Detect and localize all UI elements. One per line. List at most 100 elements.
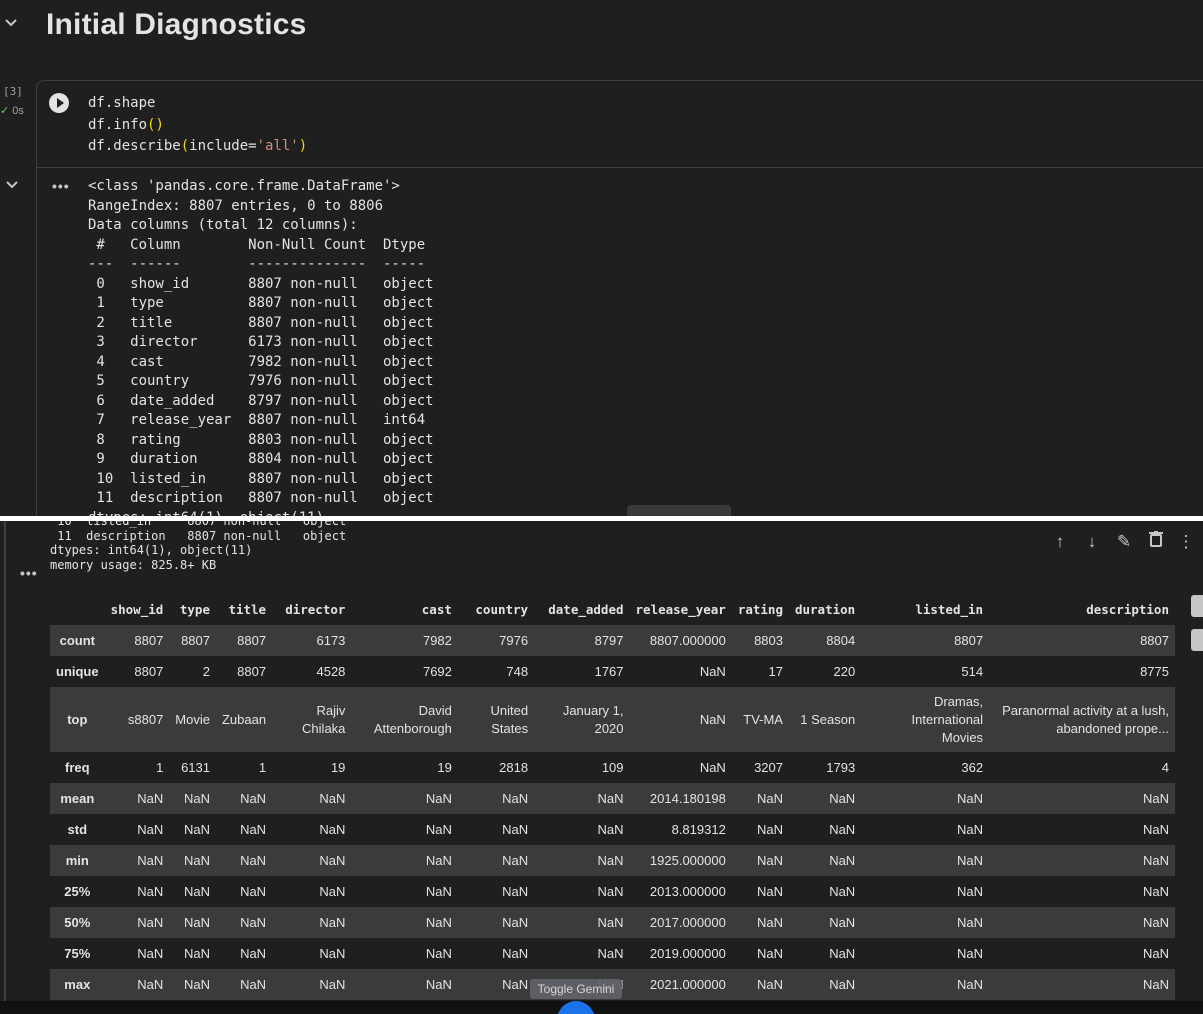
table-cell: 8804 <box>788 625 862 656</box>
column-header: type <box>179 601 210 617</box>
column-header: listed_in <box>915 601 984 617</box>
table-cell: NaN <box>788 845 862 876</box>
table-cell: NaN <box>861 907 990 938</box>
cell-output-divider <box>37 167 1203 168</box>
table-cell: Paranormal activity at a lush, abandoned… <box>989 687 1175 752</box>
table-cell: NaN <box>989 783 1175 814</box>
table-cell: David Attenborough <box>351 687 458 752</box>
row-label: 25% <box>50 876 105 907</box>
output-collapse-chevron-icon[interactable] <box>6 176 18 192</box>
table-cell: NaN <box>351 876 458 907</box>
move-cell-down-icon[interactable]: ↓ <box>1080 530 1104 554</box>
code-editor[interactable]: df.shape df.info() df.describe(include='… <box>88 93 307 158</box>
table-cell: NaN <box>629 656 732 687</box>
table-view-icon[interactable] <box>1191 595 1203 617</box>
table-cell: NaN <box>788 969 862 1000</box>
table-cell: NaN <box>457 907 535 938</box>
code-line: df.info() <box>88 116 164 133</box>
table-cell: NaN <box>861 783 990 814</box>
table-cell: Zubaan <box>215 687 273 752</box>
row-label: mean <box>50 783 105 814</box>
table-cell: NaN <box>534 845 630 876</box>
table-cell: 1925.000000 <box>629 845 732 876</box>
column-header: release_year <box>635 601 726 617</box>
table-cell: Rajiv Chilaka <box>272 687 352 752</box>
table-cell: NaN <box>272 876 352 907</box>
table-cell: NaN <box>788 876 862 907</box>
checkmark-icon: ✓ <box>0 105 10 117</box>
table-cell: NaN <box>104 876 170 907</box>
table-cell: 8807 <box>861 625 990 656</box>
table-cell: NaN <box>272 969 352 1000</box>
table-row: 75% NaN NaN NaN NaN NaN NaN NaN 2019.000000 NaN Na… <box>50 938 1175 969</box>
table-cell: 7982 <box>351 625 458 656</box>
table-cell: NaN <box>169 876 216 907</box>
more-options-icon[interactable]: ⋮ <box>1174 530 1198 554</box>
table-cell: NaN <box>989 845 1175 876</box>
table-cell: NaN <box>457 845 535 876</box>
table-cell: 748 <box>457 656 535 687</box>
table-cell: 8807.000000 <box>629 625 732 656</box>
table-row: 50% NaN NaN NaN NaN NaN NaN NaN 2017.000000 NaN Na… <box>50 907 1175 938</box>
toggle-gemini-tooltip: Toggle Gemini <box>530 979 622 999</box>
run-cell-button[interactable] <box>49 93 69 113</box>
edit-cell-icon[interactable]: ✎ <box>1112 530 1136 554</box>
index-header <box>50 593 105 625</box>
output-menu-icon[interactable]: ••• <box>20 565 38 581</box>
table-row: freq 1 6131 1 19 19 2818 109 NaN 3207 1793 362 4 <box>50 752 1175 783</box>
table-cell: NaN <box>989 814 1175 845</box>
table-cell: NaN <box>731 969 789 1000</box>
table-cell: 3207 <box>731 752 789 783</box>
table-cell: NaN <box>534 907 630 938</box>
column-header: title <box>228 601 267 617</box>
table-cell: 8775 <box>989 656 1175 687</box>
table-cell: United States <box>457 687 535 752</box>
table-row: top s8807 Movie Zubaan Rajiv Chilaka David At… <box>50 687 1175 752</box>
describe-dataframe-table: show_id type title director cast country date_… <box>50 593 1175 1000</box>
table-cell: NaN <box>351 783 458 814</box>
table-row: mean NaN NaN NaN NaN NaN NaN NaN 2014.180198 NaN N… <box>50 783 1175 814</box>
output-menu-icon[interactable]: ••• <box>52 178 70 194</box>
table-cell: 8807 <box>169 625 216 656</box>
column-header: description <box>1086 601 1169 617</box>
table-cell: NaN <box>169 845 216 876</box>
row-label: top <box>50 687 105 752</box>
execution-status: ✓ 0s <box>0 104 24 117</box>
table-cell: NaN <box>861 876 990 907</box>
table-cell: NaN <box>861 845 990 876</box>
table-cell: NaN <box>169 938 216 969</box>
table-cell: 8807 <box>215 625 273 656</box>
notebook-panel-top: Initial Diagnostics [3] ✓ 0s df.shape df… <box>0 0 1203 516</box>
table-row: min NaN NaN NaN NaN NaN NaN NaN 1925.000000 NaN Na… <box>50 845 1175 876</box>
table-cell: NaN <box>215 907 273 938</box>
column-header: director <box>285 601 346 617</box>
move-cell-up-icon[interactable]: ↑ <box>1048 530 1072 554</box>
toggle-gemini-tooltip-partial <box>627 505 731 516</box>
table-cell: NaN <box>788 783 862 814</box>
chart-suggestion-icon[interactable] <box>1191 629 1203 651</box>
delete-cell-icon[interactable] <box>1144 530 1168 554</box>
table-cell: NaN <box>788 907 862 938</box>
cell-left-rail <box>4 521 6 1001</box>
table-cell: NaN <box>457 969 535 1000</box>
table-row: count 8807 8807 8807 6173 7982 7976 8797 8807.00… <box>50 625 1175 656</box>
table-cell: NaN <box>534 783 630 814</box>
table-cell: NaN <box>169 783 216 814</box>
table-cell: 8807 <box>215 656 273 687</box>
table-cell: NaN <box>215 938 273 969</box>
row-label: unique <box>50 656 105 687</box>
table-cell: Dramas, International Movies <box>861 687 990 752</box>
table-cell: 17 <box>731 656 789 687</box>
table-cell: NaN <box>731 907 789 938</box>
table-cell: 8.819312 <box>629 814 732 845</box>
table-cell: NaN <box>731 938 789 969</box>
table-row: unique 8807 2 8807 4528 7692 748 1767 NaN 17 220 51… <box>50 656 1175 687</box>
table-cell: 8807 <box>104 625 170 656</box>
table-cell: 2021.000000 <box>629 969 732 1000</box>
table-cell: TV-MA <box>731 687 789 752</box>
table-cell: NaN <box>215 969 273 1000</box>
row-label: freq <box>50 752 105 783</box>
section-collapse-chevron-icon[interactable] <box>5 14 21 36</box>
table-cell: Movie <box>169 687 216 752</box>
table-cell: 19 <box>351 752 458 783</box>
